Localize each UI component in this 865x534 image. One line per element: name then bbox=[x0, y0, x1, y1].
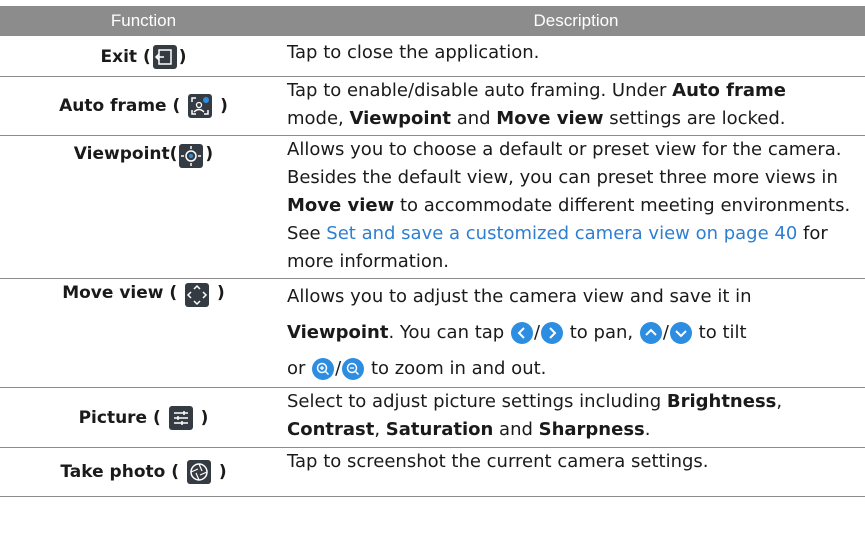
bold-term: Contrast bbox=[287, 419, 375, 440]
description-text: Tap to enable/disable auto framing. Unde… bbox=[287, 80, 673, 101]
chevron-left-icon bbox=[510, 322, 533, 344]
header-description: Description bbox=[533, 11, 619, 30]
page-link[interactable]: Set and save a customized camera view on… bbox=[326, 223, 797, 244]
picture-icon bbox=[168, 405, 193, 430]
description-cell: Allows you to choose a default or preset… bbox=[287, 136, 865, 276]
bold-term: Move view bbox=[496, 108, 604, 129]
table-row: Picture ( ) Select to adjust picture set… bbox=[0, 388, 865, 448]
bold-term: Saturation bbox=[385, 419, 494, 440]
exit-icon bbox=[152, 44, 177, 69]
bold-term: Viewpoint bbox=[349, 108, 451, 129]
description-text: Allows you to choose a default or preset… bbox=[287, 139, 842, 188]
function-cell: Viewpoint() bbox=[0, 136, 287, 278]
description-text: to zoom in and out. bbox=[365, 358, 547, 379]
move-view-icon bbox=[185, 283, 210, 307]
function-name: Exit bbox=[100, 46, 138, 67]
description-cell: Tap to enable/disable auto framing. Unde… bbox=[287, 77, 865, 133]
description-text: Tap to close the application. bbox=[287, 42, 540, 63]
description-text: to tilt bbox=[692, 322, 747, 343]
function-name: Auto frame bbox=[59, 96, 167, 116]
bold-term: Move view bbox=[287, 195, 395, 216]
description-text: , bbox=[374, 419, 386, 440]
description-text: Select to adjust picture settings includ… bbox=[287, 391, 667, 412]
bold-term: Sharpness bbox=[538, 419, 645, 440]
description-cell: Tap to close the application. bbox=[287, 39, 865, 67]
function-cell: Exit () bbox=[100, 44, 187, 69]
chevron-down-icon bbox=[669, 322, 692, 344]
function-cell: Picture ( ) bbox=[78, 405, 209, 430]
description-text: Allows you to adjust the camera view and… bbox=[287, 286, 752, 307]
function-cell: Move view ( ) bbox=[0, 279, 287, 387]
table-row: Auto frame ( ) Tap to enable/disable aut… bbox=[0, 77, 865, 136]
function-name: Move view bbox=[62, 283, 164, 303]
zoom-in-icon bbox=[312, 358, 335, 380]
function-name: Viewpoint bbox=[73, 144, 170, 164]
description-text: or bbox=[287, 358, 312, 379]
description-text: and bbox=[450, 108, 497, 129]
description-text: settings are locked. bbox=[603, 108, 786, 129]
description-text: mode, bbox=[287, 108, 350, 129]
bold-term: Viewpoint bbox=[287, 322, 389, 343]
table-row: Take photo ( ) Tap to screenshot the cur… bbox=[0, 448, 865, 497]
viewpoint-icon bbox=[179, 144, 204, 168]
take-photo-icon bbox=[186, 460, 211, 484]
function-name: Picture bbox=[78, 407, 148, 428]
chevron-up-icon bbox=[639, 322, 662, 344]
description-text: to pan, bbox=[564, 322, 639, 343]
description-cell: Allows you to adjust the camera view and… bbox=[287, 279, 865, 387]
function-cell: Take photo ( ) bbox=[60, 460, 227, 484]
separator: / bbox=[533, 322, 541, 343]
function-cell: Auto frame ( ) bbox=[59, 94, 228, 118]
function-name: Take photo bbox=[60, 462, 166, 482]
description-text: and bbox=[493, 419, 539, 440]
header-function: Function bbox=[110, 11, 177, 30]
description-text: Tap to screenshot the current camera set… bbox=[287, 451, 709, 472]
description-text: . bbox=[644, 419, 651, 440]
bold-term: Brightness bbox=[666, 391, 777, 412]
chevron-right-icon bbox=[541, 322, 564, 344]
description-cell: Select to adjust picture settings includ… bbox=[287, 388, 865, 444]
table-row: Move view ( ) Allows you to adjust the c… bbox=[0, 279, 865, 388]
separator: / bbox=[335, 358, 342, 379]
table-row: Viewpoint() Allows you to choose a defau… bbox=[0, 136, 865, 279]
table-header: Function Description bbox=[0, 6, 865, 36]
separator: / bbox=[662, 322, 669, 343]
auto-frame-icon bbox=[188, 94, 213, 118]
description-text: , bbox=[776, 391, 783, 412]
bold-term: Auto frame bbox=[672, 80, 786, 101]
description-text: . You can tap bbox=[388, 322, 510, 343]
table-row: Exit () Tap to close the application. bbox=[0, 37, 865, 77]
description-cell: Tap to screenshot the current camera set… bbox=[287, 448, 865, 476]
zoom-out-icon bbox=[342, 358, 365, 380]
